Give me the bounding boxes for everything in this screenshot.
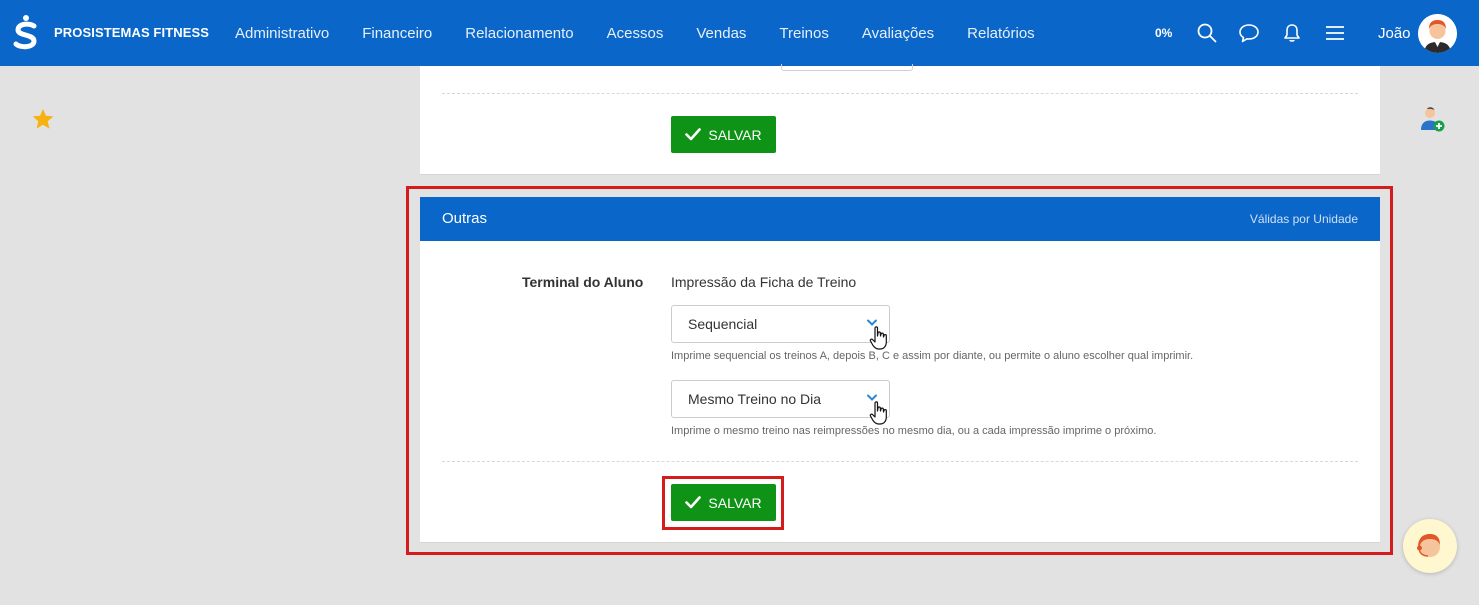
select-print-order-value: Sequencial: [688, 316, 758, 332]
hand-cursor-icon: [869, 401, 887, 425]
card-header: Outras Válidas por Unidade: [420, 197, 1380, 241]
nav-item-vendas[interactable]: Vendas: [696, 25, 746, 42]
nav-item-relatorios[interactable]: Relatórios: [967, 25, 1035, 42]
main-nav: Administrativo Financeiro Relacionamento…: [235, 0, 1068, 66]
divider: [442, 93, 1358, 94]
select-print-order[interactable]: Sequencial: [671, 305, 890, 343]
brand-name[interactable]: PROSISTEMAS FITNESS: [54, 25, 209, 40]
bell-icon[interactable]: [1281, 22, 1303, 44]
nav-item-treinos[interactable]: Treinos: [779, 25, 828, 42]
chat-icon[interactable]: [1238, 22, 1260, 44]
add-user-icon[interactable]: [1418, 105, 1446, 133]
divider: [442, 461, 1358, 462]
search-icon[interactable]: [1196, 22, 1218, 44]
avatar[interactable]: [1418, 14, 1457, 53]
prosistemas-logo-icon[interactable]: [12, 14, 40, 50]
nav-item-avaliacoes[interactable]: Avaliações: [862, 25, 934, 42]
menu-icon[interactable]: [1324, 22, 1346, 44]
nav-item-administrativo[interactable]: Administrativo: [235, 25, 329, 42]
select-print-repeat[interactable]: Mesmo Treino no Dia: [671, 380, 890, 418]
nav-item-acessos[interactable]: Acessos: [607, 25, 664, 42]
help-text-print-order: Imprime sequencial os treinos A, depois …: [671, 350, 1194, 362]
outras-settings-card: Outras Válidas por Unidade Terminal do A…: [420, 197, 1380, 543]
save-button-highlight-box: [662, 476, 784, 530]
support-agent-icon: [1417, 534, 1440, 557]
avatar-icon: [1418, 14, 1457, 53]
save-button-top[interactable]: SALVAR: [671, 116, 776, 153]
progress-indicator[interactable]: 0%: [1155, 26, 1172, 40]
help-text-print-repeat: Imprime o mesmo treino nas reimpressões …: [671, 425, 1157, 437]
favorite-star-icon[interactable]: [31, 108, 55, 130]
nav-item-financeiro[interactable]: Financeiro: [362, 25, 432, 42]
check-icon: [685, 128, 702, 141]
previous-settings-card: SALVAR: [420, 64, 1380, 175]
save-button-label: SALVAR: [708, 126, 762, 143]
card-scope-note: Válidas por Unidade: [1249, 212, 1358, 226]
top-navigation-bar: PROSISTEMAS FITNESS Administrativo Finan…: [0, 0, 1479, 66]
nav-item-relacionamento[interactable]: Relacionamento: [465, 25, 573, 42]
field-title-impressao: Impressão da Ficha de Treino: [671, 274, 857, 290]
select-partial[interactable]: [781, 64, 913, 71]
card-title: Outras: [442, 210, 488, 227]
hand-cursor-icon: [869, 326, 887, 350]
support-chat-button[interactable]: [1403, 519, 1457, 573]
select-print-repeat-value: Mesmo Treino no Dia: [688, 391, 822, 407]
user-name[interactable]: João: [1378, 25, 1411, 42]
field-label-terminal: Terminal do Aluno: [522, 274, 644, 290]
